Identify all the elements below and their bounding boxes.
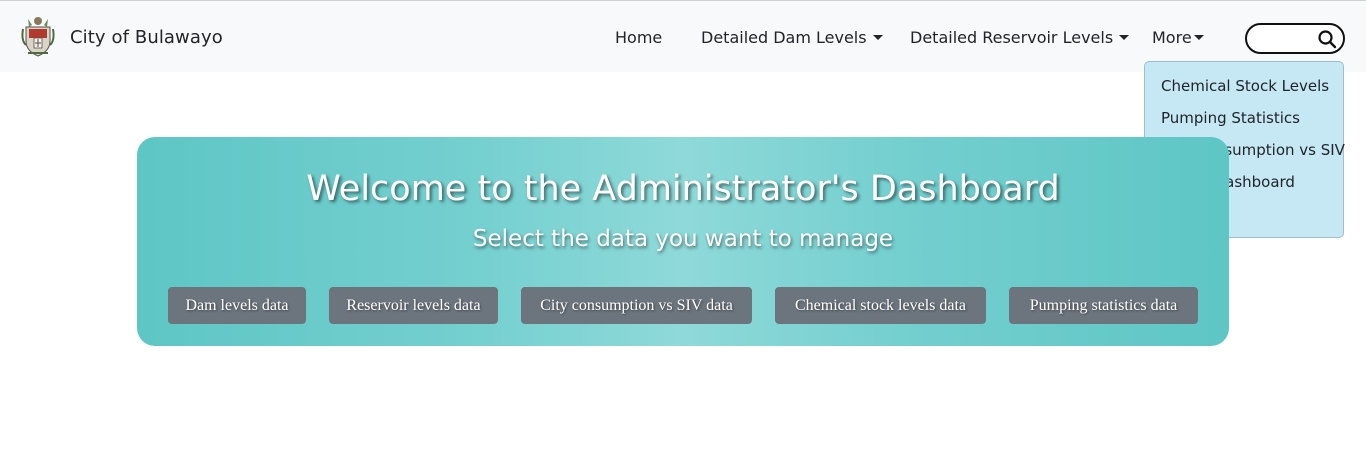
page: City of Bulawayo Home Detailed Dam Level… <box>0 0 1366 450</box>
city-crest-logo <box>21 17 55 57</box>
brand-link[interactable]: City of Bulawayo <box>20 15 223 59</box>
chemical-stock-levels-data-button[interactable]: Chemical stock levels data <box>775 287 986 324</box>
pumping-statistics-data-button[interactable]: Pumping statistics data <box>1009 287 1198 324</box>
caret-down-icon <box>1193 34 1204 40</box>
caret-down-icon <box>1119 34 1130 40</box>
search-box <box>1245 23 1345 54</box>
hero-subtitle: Select the data you want to manage <box>472 226 894 252</box>
dropdown-item-chemical-stock-levels[interactable]: Chemical Stock Levels <box>1145 74 1343 106</box>
dropdown-item-pumping-statistics[interactable]: Pumping Statistics <box>1145 106 1343 138</box>
nav-reservoir-levels-dropdown[interactable]: Detailed Reservoir Levels <box>910 27 1130 49</box>
nav-more-label: More <box>1152 28 1192 47</box>
brand-name: City of Bulawayo <box>70 26 223 48</box>
nav-dam-levels-dropdown[interactable]: Detailed Dam Levels <box>701 27 883 49</box>
hero-title: Welcome to the Administrator's Dashboard <box>306 169 1060 209</box>
city-consumption-vs-siv-data-button[interactable]: City consumption vs SIV data <box>521 287 752 324</box>
nav-reservoir-levels-label: Detailed Reservoir Levels <box>910 28 1114 47</box>
reservoir-levels-data-button[interactable]: Reservoir levels data <box>329 287 498 324</box>
welcome-hero-panel: Welcome to the Administrator's Dashboard… <box>137 137 1229 346</box>
caret-down-icon <box>872 34 883 40</box>
search-icon[interactable] <box>1317 29 1337 49</box>
search-input[interactable] <box>1257 29 1313 48</box>
nav-more-dropdown[interactable]: More <box>1152 27 1204 49</box>
nav-dam-levels-label: Detailed Dam Levels <box>701 28 867 47</box>
dam-levels-data-button[interactable]: Dam levels data <box>168 287 306 324</box>
nav-home-link[interactable]: Home <box>615 27 662 49</box>
